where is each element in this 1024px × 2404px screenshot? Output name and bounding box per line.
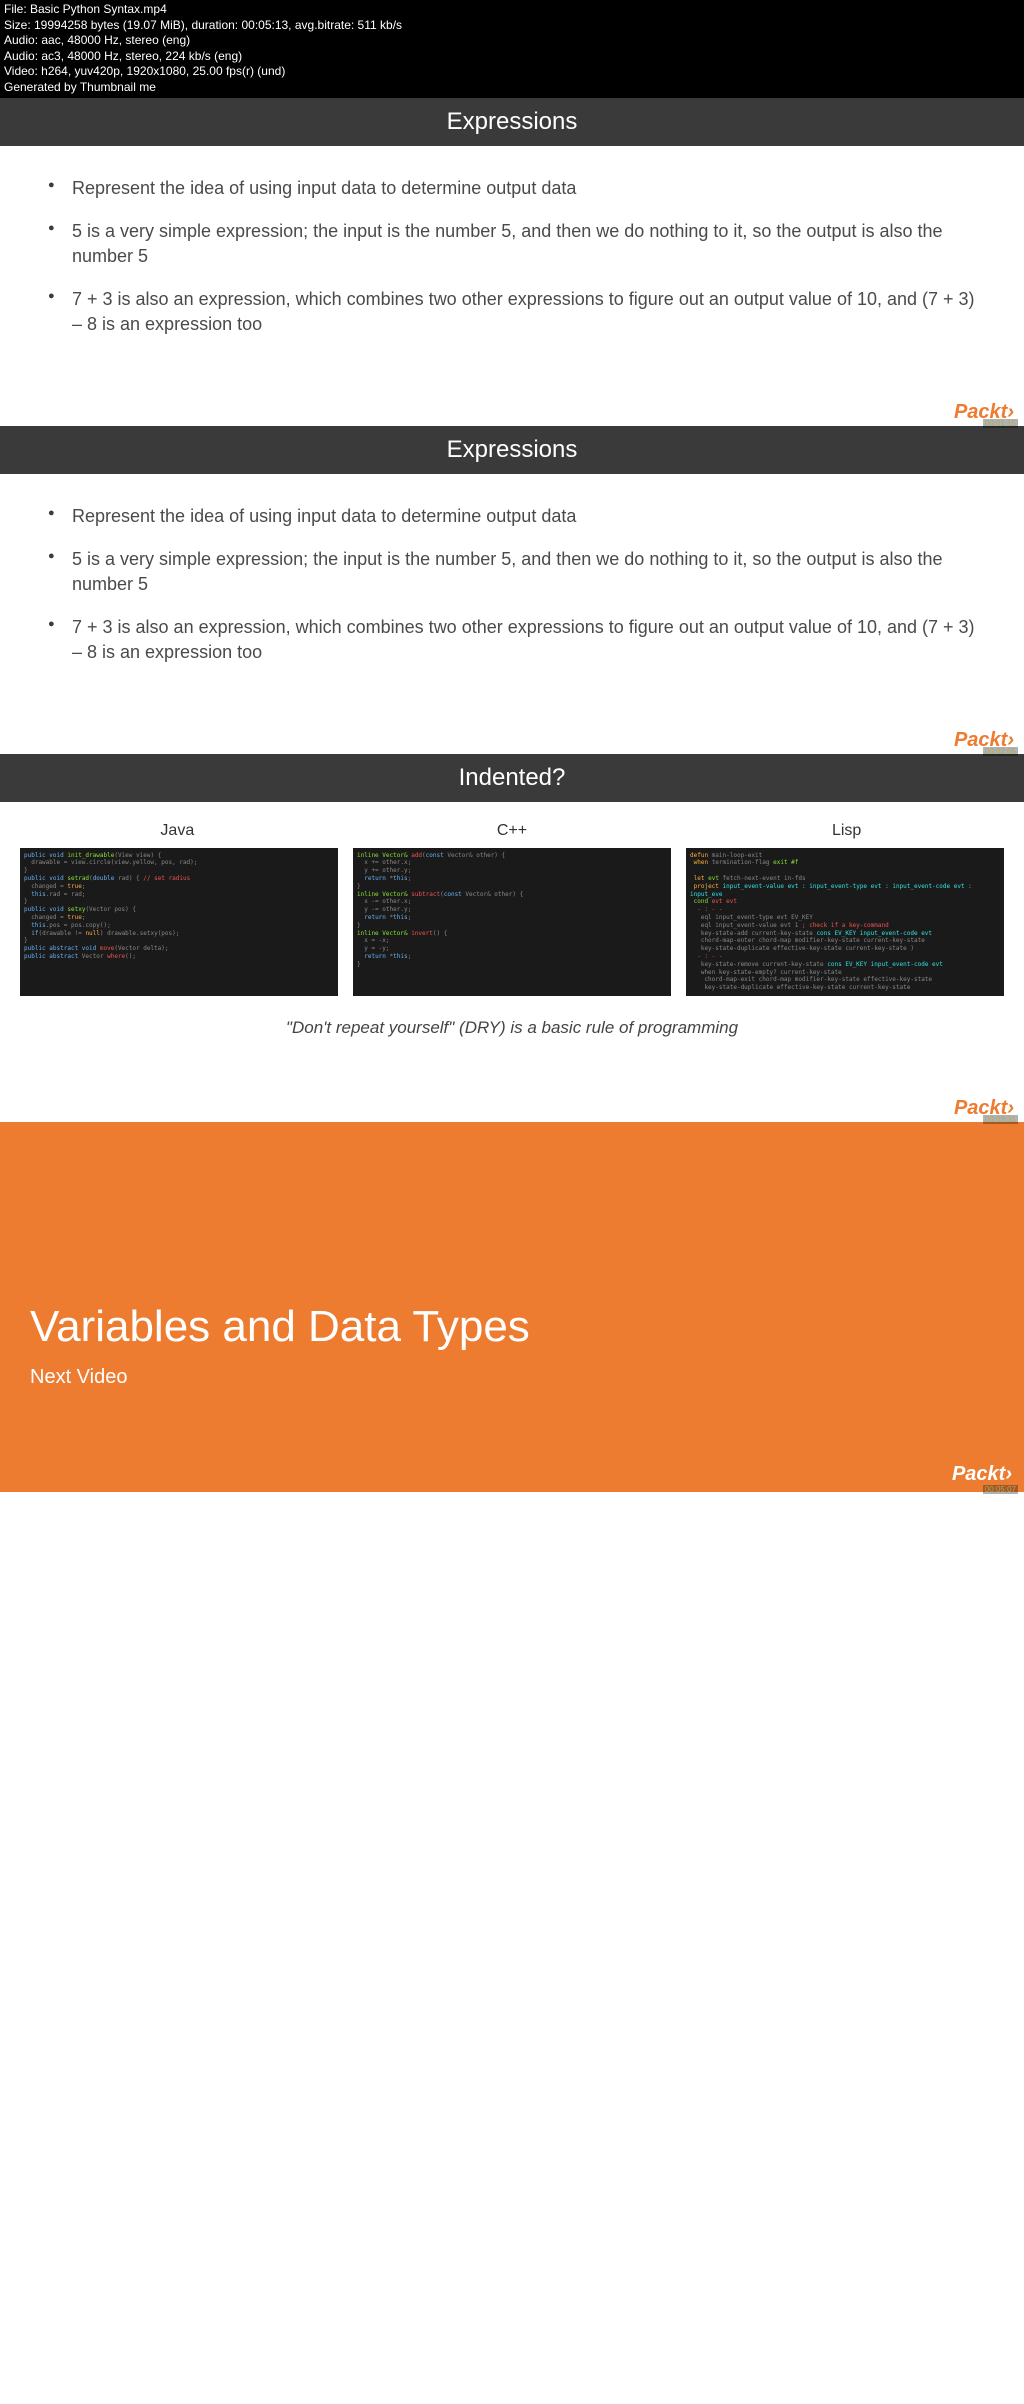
meta-file: File: Basic Python Syntax.mp4 [4,2,1020,18]
bullet-list: Represent the idea of using input data t… [40,504,984,666]
language-labels: Java C++ Lisp [10,822,1014,840]
timestamp: 00:01:15 [983,419,1018,428]
bullet-item: Represent the idea of using input data t… [40,176,984,201]
timestamp: 00:03:31 [983,1115,1018,1124]
bullet-item: 5 is a very simple expression; the input… [40,219,984,269]
meta-generator: Generated by Thumbnail me [4,80,1020,96]
video-metadata: File: Basic Python Syntax.mp4 Size: 1999… [0,0,1024,98]
timestamp: 00:05:07 [983,1485,1018,1494]
meta-audio1: Audio: aac, 48000 Hz, stereo (eng) [4,33,1020,49]
lang-cpp: C++ [346,822,677,840]
lang-java: Java [12,822,343,840]
java-code: public void init_drawable(View view) { d… [20,848,338,996]
next-video-label: Next Video [30,1366,994,1389]
meta-size: Size: 19994258 bytes (19.07 MiB), durati… [4,18,1020,34]
packt-logo: Packt [952,1463,1012,1486]
cpp-code: inline Vector& add(const Vector& other) … [353,848,671,996]
code-samples: public void init_drawable(View view) { d… [10,848,1014,996]
slide-title: Expressions [0,98,1024,146]
bullet-item: Represent the idea of using input data t… [40,504,984,529]
next-video-title: Variables and Data Types [30,1302,994,1352]
dry-quote: "Don't repeat yourself" (DRY) is a basic… [10,1018,1014,1038]
slide-indented: Indented? Java C++ Lisp public void init… [0,754,1024,1122]
timestamp: 00:02:05 [983,747,1018,756]
bullet-item: 5 is a very simple expression; the input… [40,547,984,597]
bullet-item: 7 + 3 is also an expression, which combi… [40,287,984,337]
meta-audio2: Audio: ac3, 48000 Hz, stereo, 224 kb/s (… [4,49,1020,65]
slide-expressions-2: Expressions Represent the idea of using … [0,426,1024,754]
slide-title: Indented? [0,754,1024,802]
slide-title: Expressions [0,426,1024,474]
slide-expressions-1: Expressions Represent the idea of using … [0,98,1024,426]
lisp-code: defun main-loop-exit when termination-fl… [686,848,1004,996]
bullet-list: Represent the idea of using input data t… [40,176,984,338]
lang-lisp: Lisp [681,822,1012,840]
bullet-item: 7 + 3 is also an expression, which combi… [40,615,984,665]
slide-next-video: Variables and Data Types Next Video Pack… [0,1122,1024,1492]
meta-video: Video: h264, yuv420p, 1920x1080, 25.00 f… [4,64,1020,80]
